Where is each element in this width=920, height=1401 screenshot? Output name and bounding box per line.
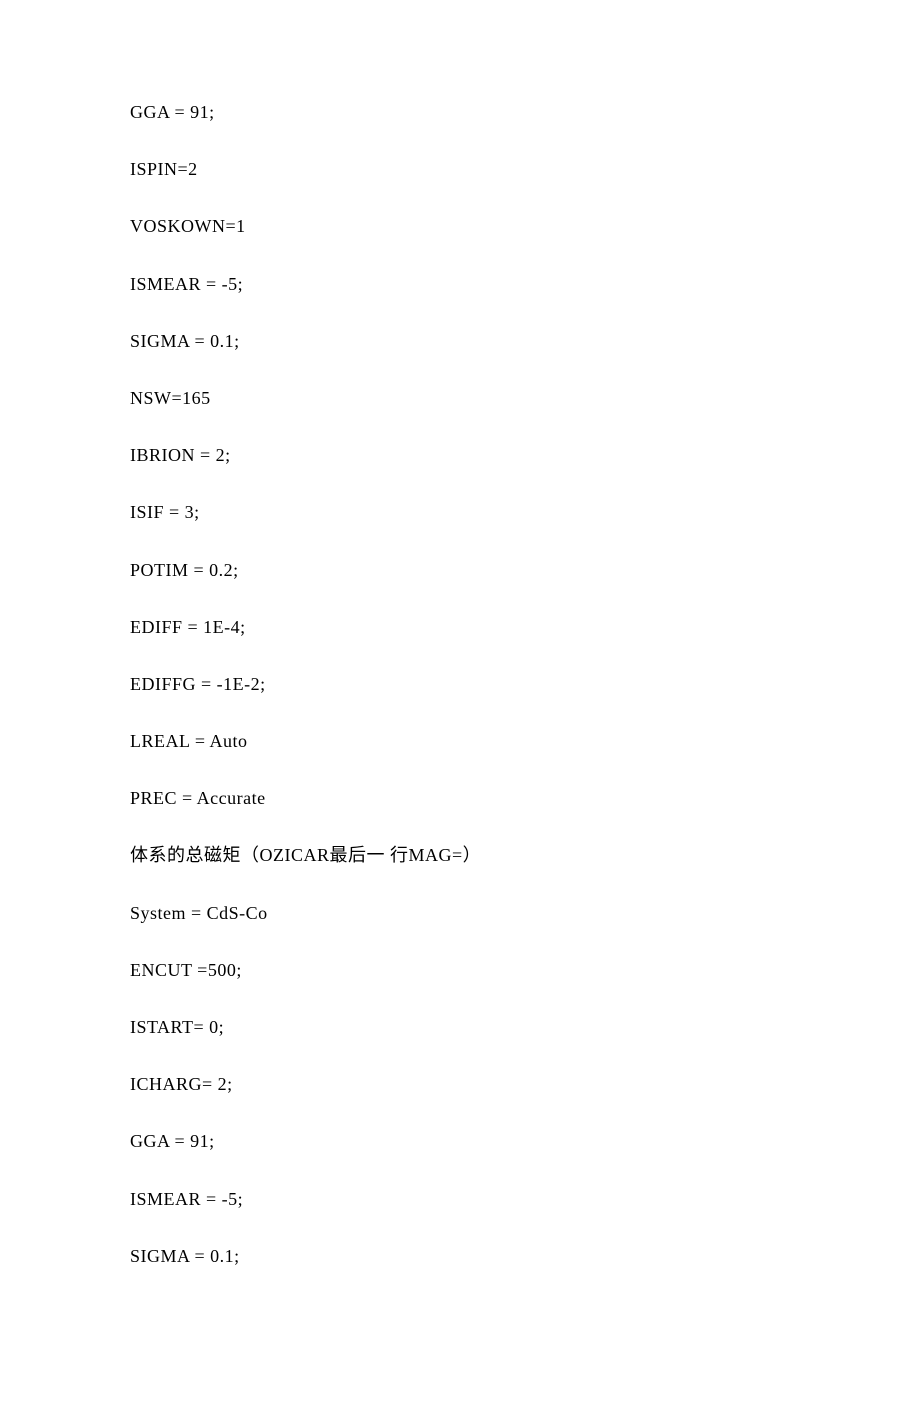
config-line: ICHARG= 2;	[130, 1072, 790, 1097]
config-line: GGA = 91;	[130, 1129, 790, 1154]
config-line: GGA = 91;	[130, 100, 790, 125]
config-line: SIGMA = 0.1;	[130, 1244, 790, 1269]
config-line: NSW=165	[130, 386, 790, 411]
config-line: IBRION = 2;	[130, 443, 790, 468]
config-line: ISTART= 0;	[130, 1015, 790, 1040]
config-line: ISMEAR = -5;	[130, 272, 790, 297]
config-line: VOSKOWN=1	[130, 214, 790, 239]
config-line: ISPIN=2	[130, 157, 790, 182]
config-line: PREC = Accurate	[130, 786, 790, 811]
config-line: ISMEAR = -5;	[130, 1187, 790, 1212]
config-line: ENCUT =500;	[130, 958, 790, 983]
config-line: POTIM = 0.2;	[130, 558, 790, 583]
config-line: SIGMA = 0.1;	[130, 329, 790, 354]
config-line: EDIFFG = -1E-2;	[130, 672, 790, 697]
comment-line: 体系的总磁矩（OZICAR最后一 行MAG=）	[130, 843, 790, 868]
config-line: ISIF = 3;	[130, 500, 790, 525]
config-line: EDIFF = 1E-4;	[130, 615, 790, 640]
config-line: LREAL = Auto	[130, 729, 790, 754]
config-line: System = CdS-Co	[130, 901, 790, 926]
